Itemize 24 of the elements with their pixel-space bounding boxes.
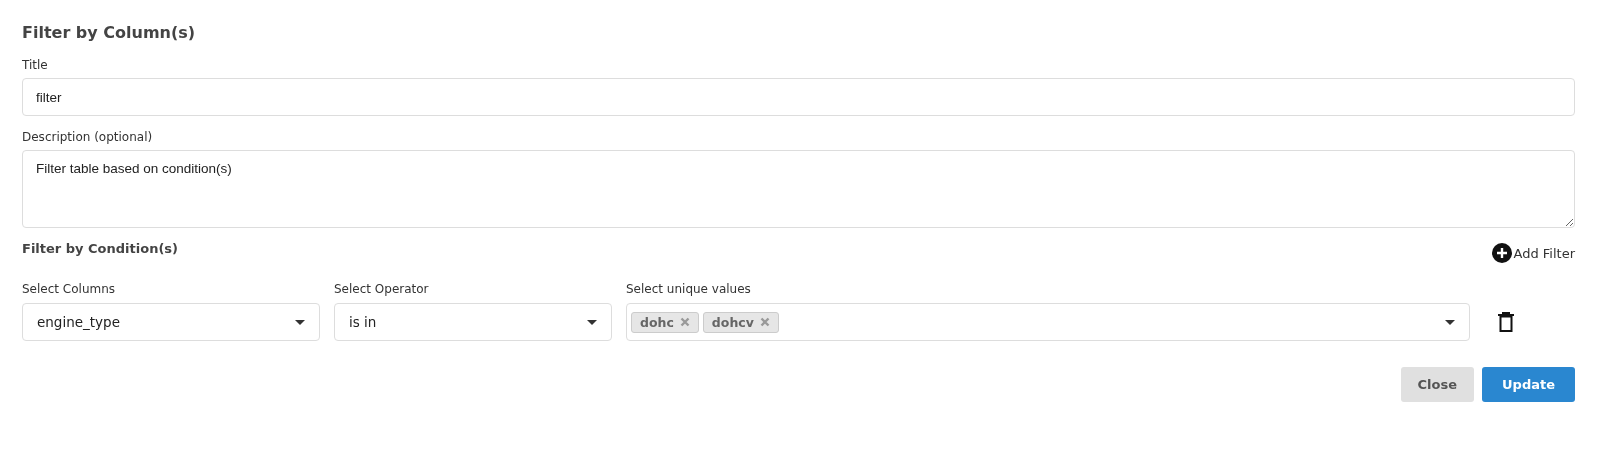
field-label: Select unique values: [626, 281, 752, 297]
value-tag: dohcv: [702, 311, 779, 333]
update-button[interactable]: Update: [1482, 367, 1575, 402]
values-select[interactable]: dohc dohcv: [626, 303, 1470, 341]
dropdown-caret-icon: [1445, 319, 1455, 325]
description-field[interactable]: Filter table based on condition(s): [22, 150, 1575, 228]
dropdown-caret-icon: [295, 319, 305, 325]
title-field[interactable]: filter: [22, 78, 1575, 116]
dialog-title: Filter by Column(s): [22, 22, 197, 44]
value-tag: dohc: [631, 311, 699, 333]
column-select[interactable]: engine_type: [22, 303, 320, 341]
remove-icon[interactable]: [679, 317, 690, 327]
section-title: Filter by Condition(s): [22, 240, 179, 258]
plus-circle-icon: [1491, 243, 1512, 263]
field-label: Select Columns: [22, 281, 117, 297]
field-label: Title: [22, 57, 49, 73]
operator-select[interactable]: is in: [334, 303, 612, 341]
remove-icon[interactable]: [759, 317, 770, 327]
close-button[interactable]: Close: [1400, 367, 1474, 402]
field-label: Description (optional): [22, 129, 154, 145]
add-filter-button[interactable]: Add Filter: [1491, 243, 1575, 263]
trash-icon[interactable]: [1498, 312, 1514, 332]
dropdown-caret-icon: [587, 319, 597, 325]
field-label: Select Operator: [334, 281, 430, 297]
